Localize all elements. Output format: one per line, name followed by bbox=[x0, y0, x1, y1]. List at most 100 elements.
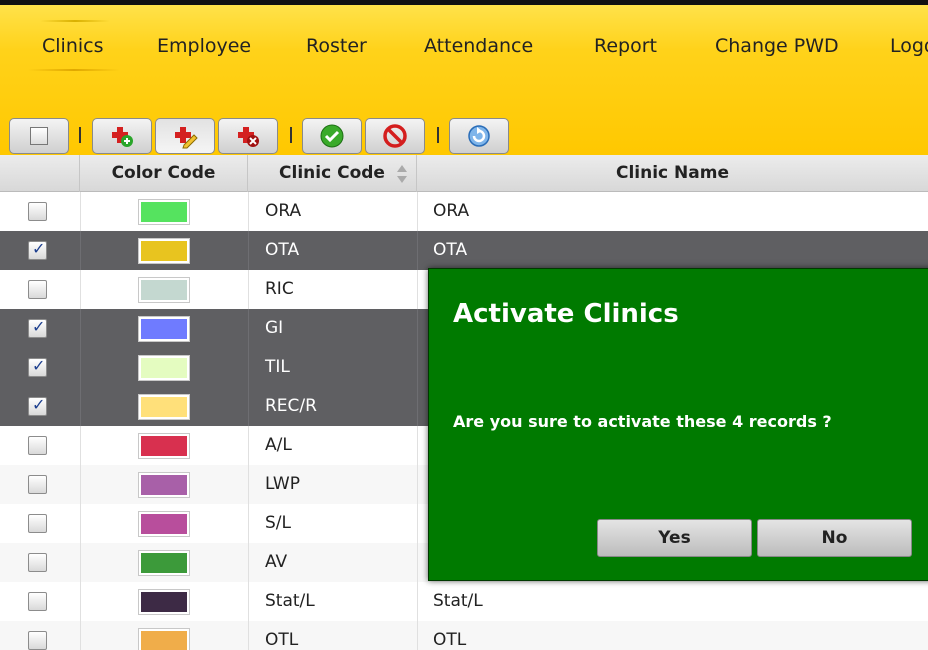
edit-icon bbox=[175, 127, 198, 149]
nav-active-overline bbox=[40, 20, 110, 22]
column-divider bbox=[80, 543, 81, 582]
color-swatch bbox=[139, 590, 189, 614]
column-divider bbox=[417, 582, 418, 621]
column-divider bbox=[248, 348, 249, 387]
clinic-code-cell: A/L bbox=[265, 435, 292, 455]
deactivate-button[interactable] bbox=[365, 118, 425, 154]
row-checkbox[interactable]: ✓ bbox=[28, 317, 47, 338]
column-divider bbox=[248, 231, 249, 270]
clinic-code-cell: RIC bbox=[265, 279, 294, 299]
color-swatch bbox=[139, 200, 189, 224]
toolbar bbox=[0, 118, 928, 156]
table-row[interactable]: ✓ OTA OTA bbox=[0, 231, 928, 270]
nav-item-attendance[interactable]: Attendance bbox=[424, 35, 533, 57]
sort-icon bbox=[397, 165, 407, 183]
row-checkbox[interactable]: ✓ bbox=[28, 475, 47, 494]
clinic-code-cell: AV bbox=[265, 552, 288, 572]
checkbox-icon bbox=[30, 127, 48, 145]
column-divider bbox=[417, 270, 418, 309]
column-divider bbox=[248, 309, 249, 348]
column-divider bbox=[417, 504, 418, 543]
activate-dialog: Activate Clinics Are you sure to activat… bbox=[428, 268, 928, 581]
edit-button[interactable] bbox=[155, 118, 215, 154]
column-divider bbox=[80, 426, 81, 465]
color-swatch bbox=[139, 434, 189, 458]
clinic-name-cell: OTA bbox=[433, 240, 468, 260]
refresh-button[interactable] bbox=[449, 118, 509, 154]
header-clinic-code[interactable]: Clinic Code bbox=[248, 155, 417, 192]
table-row[interactable]: ✓ OTL OTL bbox=[0, 621, 928, 650]
main-nav: Clinics Employee Roster Attendance Repor… bbox=[0, 35, 928, 65]
column-divider bbox=[248, 192, 249, 231]
toolbar-separator bbox=[290, 127, 292, 143]
clinic-name-cell: OTL bbox=[433, 630, 467, 650]
column-divider bbox=[417, 387, 418, 426]
header-clinic-name[interactable]: Clinic Name bbox=[417, 155, 928, 192]
prohibited-icon bbox=[383, 124, 407, 148]
row-checkbox[interactable]: ✓ bbox=[28, 280, 47, 299]
row-checkbox[interactable]: ✓ bbox=[28, 553, 47, 572]
column-divider bbox=[80, 582, 81, 621]
nav-item-logout[interactable]: Logout bbox=[890, 35, 928, 57]
clinic-code-cell: OTA bbox=[265, 240, 300, 260]
nav-item-clinics[interactable]: Clinics bbox=[42, 35, 104, 57]
column-divider bbox=[80, 309, 81, 348]
nav-active-underline bbox=[28, 69, 120, 71]
nav-item-employee[interactable]: Employee bbox=[157, 35, 251, 57]
select-all-button[interactable] bbox=[9, 118, 69, 154]
toolbar-separator bbox=[79, 127, 81, 143]
app-header: Clinics Employee Roster Attendance Repor… bbox=[0, 5, 928, 155]
clinic-code-cell: REC/R bbox=[265, 396, 317, 416]
column-divider bbox=[417, 426, 418, 465]
color-swatch bbox=[139, 395, 189, 419]
no-button[interactable]: No bbox=[757, 519, 912, 557]
row-checkbox[interactable]: ✓ bbox=[28, 239, 47, 260]
column-divider bbox=[417, 465, 418, 504]
header-color-code[interactable]: Color Code bbox=[80, 155, 248, 192]
column-divider bbox=[248, 582, 249, 621]
color-swatch bbox=[139, 629, 189, 650]
checkmark-icon: ✓ bbox=[32, 395, 46, 414]
row-checkbox[interactable]: ✓ bbox=[28, 395, 47, 416]
add-button[interactable] bbox=[92, 118, 152, 154]
column-divider bbox=[248, 387, 249, 426]
row-checkbox[interactable]: ✓ bbox=[28, 592, 47, 611]
yes-button[interactable]: Yes bbox=[597, 519, 752, 557]
toolbar-separator bbox=[437, 127, 439, 143]
column-divider bbox=[248, 504, 249, 543]
column-divider bbox=[80, 348, 81, 387]
clinic-code-cell: OTL bbox=[265, 630, 299, 650]
column-divider bbox=[417, 348, 418, 387]
color-swatch bbox=[139, 473, 189, 497]
table-row[interactable]: ✓ Stat/L Stat/L bbox=[0, 582, 928, 621]
row-checkbox[interactable]: ✓ bbox=[28, 514, 47, 533]
nav-item-change-pwd[interactable]: Change PWD bbox=[715, 35, 839, 57]
row-checkbox[interactable]: ✓ bbox=[28, 202, 47, 221]
column-divider bbox=[248, 465, 249, 504]
checkmark-icon: ✓ bbox=[32, 239, 46, 258]
table-row[interactable]: ✓ ORA ORA bbox=[0, 192, 928, 231]
clinic-name-cell: ORA bbox=[433, 201, 470, 221]
column-divider bbox=[80, 504, 81, 543]
delete-icon bbox=[238, 127, 259, 147]
column-divider bbox=[80, 387, 81, 426]
row-checkbox[interactable]: ✓ bbox=[28, 631, 47, 650]
clinic-code-cell: S/L bbox=[265, 513, 291, 533]
nav-item-roster[interactable]: Roster bbox=[306, 35, 367, 57]
check-circle-icon bbox=[320, 124, 344, 148]
row-checkbox[interactable]: ✓ bbox=[28, 356, 47, 377]
color-swatch bbox=[139, 512, 189, 536]
checkmark-icon: ✓ bbox=[32, 317, 46, 336]
dialog-title: Activate Clinics bbox=[453, 299, 679, 329]
activate-button[interactable] bbox=[302, 118, 362, 154]
row-checkbox[interactable]: ✓ bbox=[28, 436, 47, 455]
clinic-code-cell: ORA bbox=[265, 201, 302, 221]
column-divider bbox=[80, 231, 81, 270]
dialog-message: Are you sure to activate these 4 records… bbox=[453, 412, 832, 431]
color-swatch bbox=[139, 317, 189, 341]
column-divider bbox=[80, 621, 81, 650]
grid-header: Color Code Clinic Code Clinic Name bbox=[0, 155, 928, 192]
nav-item-report[interactable]: Report bbox=[594, 35, 657, 57]
clinic-code-cell: LWP bbox=[265, 474, 300, 494]
delete-button[interactable] bbox=[218, 118, 278, 154]
